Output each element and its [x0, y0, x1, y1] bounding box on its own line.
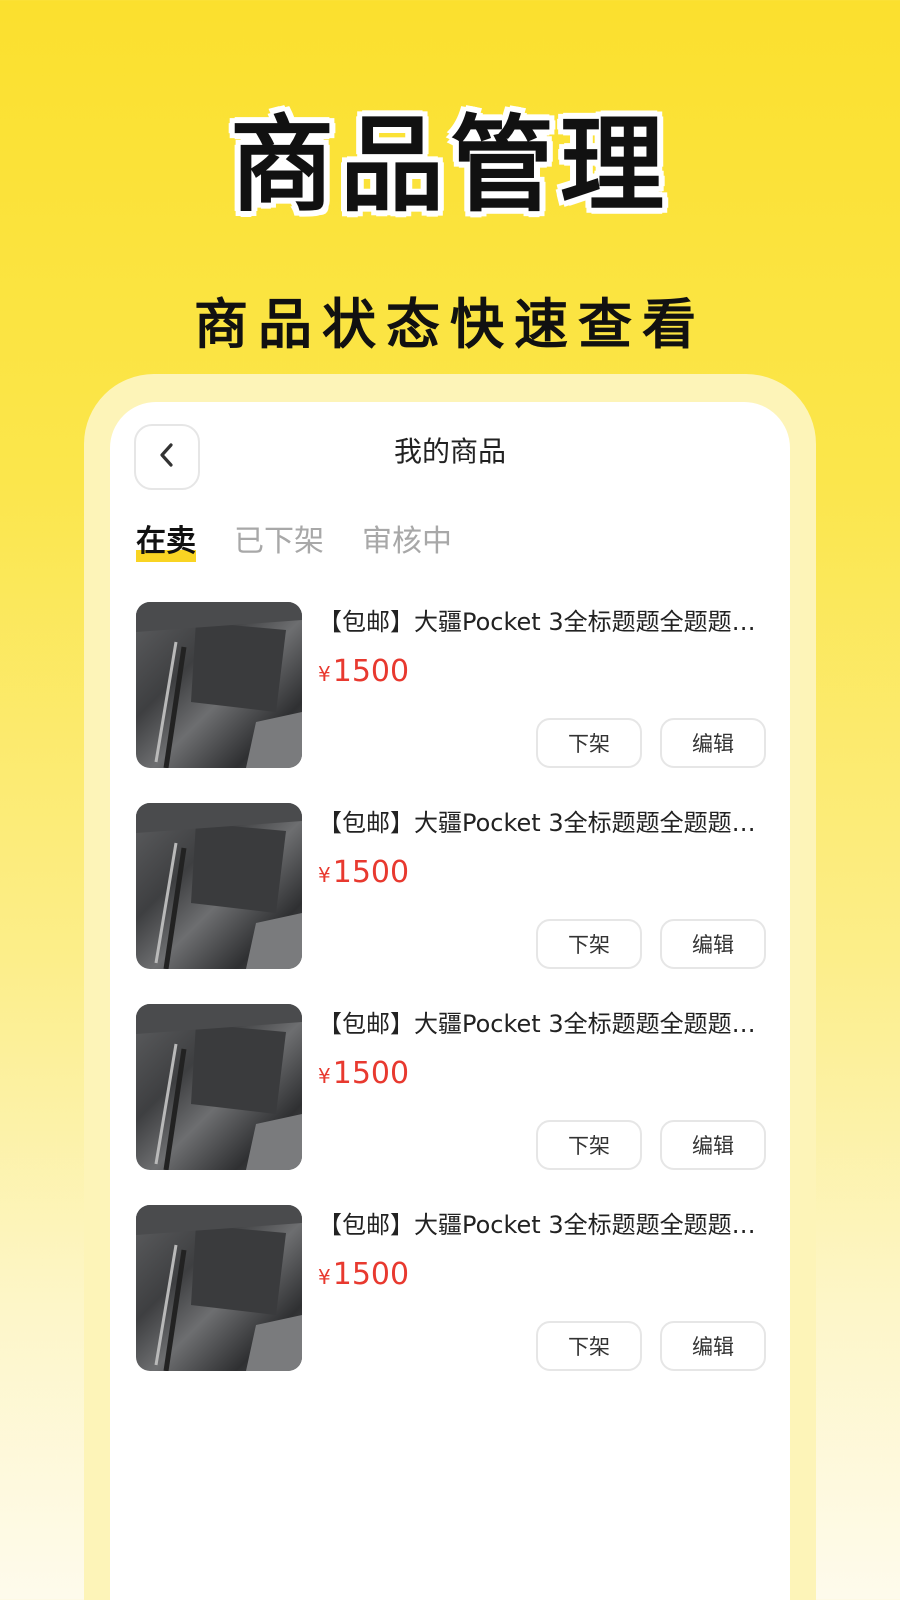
tab-on-sale-label: 在卖 — [136, 524, 196, 559]
tab-delisted-label: 已下架 — [234, 524, 324, 559]
product-list: 【包邮】大疆Pocket 3全标题题全题题全题题 ¥1500 下架 编辑 【包邮… — [136, 602, 766, 1406]
product-image[interactable] — [136, 803, 302, 969]
product-price: ¥1500 — [318, 1054, 409, 1096]
unlist-button[interactable]: 下架 — [536, 1321, 642, 1371]
price-value: 1500 — [332, 1056, 410, 1091]
currency-symbol: ¥ — [318, 1064, 331, 1088]
product-item[interactable]: 【包邮】大疆Pocket 3全标题题全题题全题题 ¥1500 下架 编辑 — [136, 602, 766, 768]
product-item[interactable]: 【包邮】大疆Pocket 3全标题题全题题全题题 ¥1500 下架 编辑 — [136, 1205, 766, 1371]
price-value: 1500 — [332, 855, 410, 890]
product-price: ¥1500 — [318, 853, 409, 895]
product-title[interactable]: 【包邮】大疆Pocket 3全标题题全题题全题题 — [318, 805, 766, 841]
product-item[interactable]: 【包邮】大疆Pocket 3全标题题全题题全题题 ¥1500 下架 编辑 — [136, 1004, 766, 1170]
tab-delisted[interactable]: 已下架 — [234, 520, 324, 564]
price-value: 1500 — [332, 654, 410, 689]
unlist-button[interactable]: 下架 — [536, 718, 642, 768]
promo-subtitle: 商品状态快速查看 — [194, 293, 706, 356]
product-title[interactable]: 【包邮】大疆Pocket 3全标题题全题题全题题 — [318, 604, 766, 640]
edit-button[interactable]: 编辑 — [660, 1120, 766, 1170]
phone-screen: 我的商品 在卖 已下架 审核中 【包邮】大疆Pocket 3全标题题全题题全题题… — [110, 402, 790, 1600]
tab-under-review[interactable]: 审核中 — [362, 520, 452, 564]
page-title: 我的商品 — [393, 435, 506, 468]
price-value: 1500 — [332, 1257, 410, 1292]
unlist-button[interactable]: 下架 — [536, 919, 642, 969]
product-item[interactable]: 【包邮】大疆Pocket 3全标题题全题题全题题 ¥1500 下架 编辑 — [136, 803, 766, 969]
currency-symbol: ¥ — [318, 662, 331, 686]
product-title[interactable]: 【包邮】大疆Pocket 3全标题题全题题全题题 — [318, 1207, 766, 1243]
currency-symbol: ¥ — [318, 1265, 331, 1289]
product-price: ¥1500 — [318, 1255, 409, 1297]
product-price: ¥1500 — [318, 652, 409, 694]
tab-on-sale[interactable]: 在卖 — [136, 520, 196, 564]
product-image[interactable] — [136, 1205, 302, 1371]
edit-button[interactable]: 编辑 — [660, 1321, 766, 1371]
product-image[interactable] — [136, 602, 302, 768]
product-title[interactable]: 【包邮】大疆Pocket 3全标题题全题题全题题 — [318, 1006, 766, 1042]
unlist-button[interactable]: 下架 — [536, 1120, 642, 1170]
edit-button[interactable]: 编辑 — [660, 919, 766, 969]
promo-title: 商品管理 — [229, 104, 670, 226]
tab-under-review-label: 审核中 — [362, 524, 452, 559]
status-tabs: 在卖 已下架 审核中 — [136, 520, 452, 564]
currency-symbol: ¥ — [318, 863, 331, 887]
product-image[interactable] — [136, 1004, 302, 1170]
edit-button[interactable]: 编辑 — [660, 718, 766, 768]
